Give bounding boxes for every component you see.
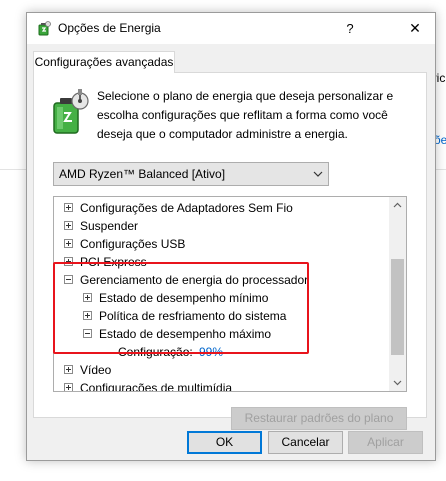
description-text: Selecione o plano de energia que deseja … (97, 89, 394, 141)
power-options-dialog: Opções de Energia ? ✕ Configurações avan… (26, 12, 436, 461)
tree-item-label: Configurações de Adaptadores Sem Fio (80, 201, 293, 215)
expand-plus-icon[interactable] (64, 365, 73, 374)
ok-button[interactable]: OK (187, 431, 262, 454)
battery-settings-icon (53, 89, 89, 134)
tree-item-label: Configurações de multimídia (80, 381, 233, 391)
vertical-scrollbar[interactable] (389, 197, 406, 391)
cancel-button[interactable]: Cancelar (268, 431, 343, 454)
tab-advanced-settings[interactable]: Configurações avançadas (33, 51, 175, 73)
expand-plus-icon[interactable] (64, 257, 73, 266)
tree-item-label: Política de resfriamento do sistema (99, 309, 287, 323)
window-title: Opções de Energia (58, 21, 161, 35)
tree-item-label: Estado de desempenho máximo (99, 327, 272, 341)
tree-item-label: Suspender (80, 219, 139, 233)
close-button[interactable]: ✕ (395, 13, 435, 44)
expand-plus-icon[interactable] (64, 239, 73, 248)
settings-tree[interactable]: Configurações de Adaptadores Sem Fio Sus… (53, 196, 407, 392)
expand-plus-icon[interactable] (64, 383, 73, 391)
setting-label: Configuração: (118, 345, 193, 359)
tab-panel: Selecione o plano de energia que deseja … (33, 72, 427, 430)
collapse-minus-icon[interactable] (83, 329, 92, 338)
tree-item-label: Vídeo (80, 363, 112, 377)
tree-items: Configurações de Adaptadores Sem Fio Sus… (54, 197, 388, 391)
apply-button[interactable]: Aplicar (348, 431, 423, 454)
tree-item-label: Estado de desempenho mínimo (99, 291, 269, 305)
scrollbar-thumb[interactable] (391, 259, 404, 355)
tree-item-label: Gerenciamento de energia do processador (80, 273, 309, 287)
scroll-up-arrow-icon[interactable] (389, 197, 406, 214)
expand-plus-icon[interactable] (64, 221, 73, 230)
title-bar[interactable]: Opções de Energia ? ✕ (27, 13, 435, 44)
tree-item-label: PCI Express (80, 255, 147, 269)
chevron-down-icon (313, 171, 323, 177)
collapse-minus-icon[interactable] (64, 275, 73, 284)
power-plan-value: AMD Ryzen™ Balanced [Ativo] (59, 167, 226, 181)
restore-defaults-button[interactable]: Restaurar padrões do plano (231, 407, 407, 430)
expand-plus-icon[interactable] (64, 203, 73, 212)
expand-plus-icon[interactable] (83, 293, 92, 302)
scroll-down-arrow-icon[interactable] (389, 374, 406, 391)
tree-item-label: Configurações USB (80, 237, 186, 251)
setting-value-link[interactable]: 99% (199, 343, 223, 361)
power-plan-dropdown[interactable]: AMD Ryzen™ Balanced [Ativo] (53, 162, 329, 186)
power-options-icon (38, 21, 51, 36)
expand-plus-icon[interactable] (83, 311, 92, 320)
help-button[interactable]: ? (340, 19, 360, 39)
